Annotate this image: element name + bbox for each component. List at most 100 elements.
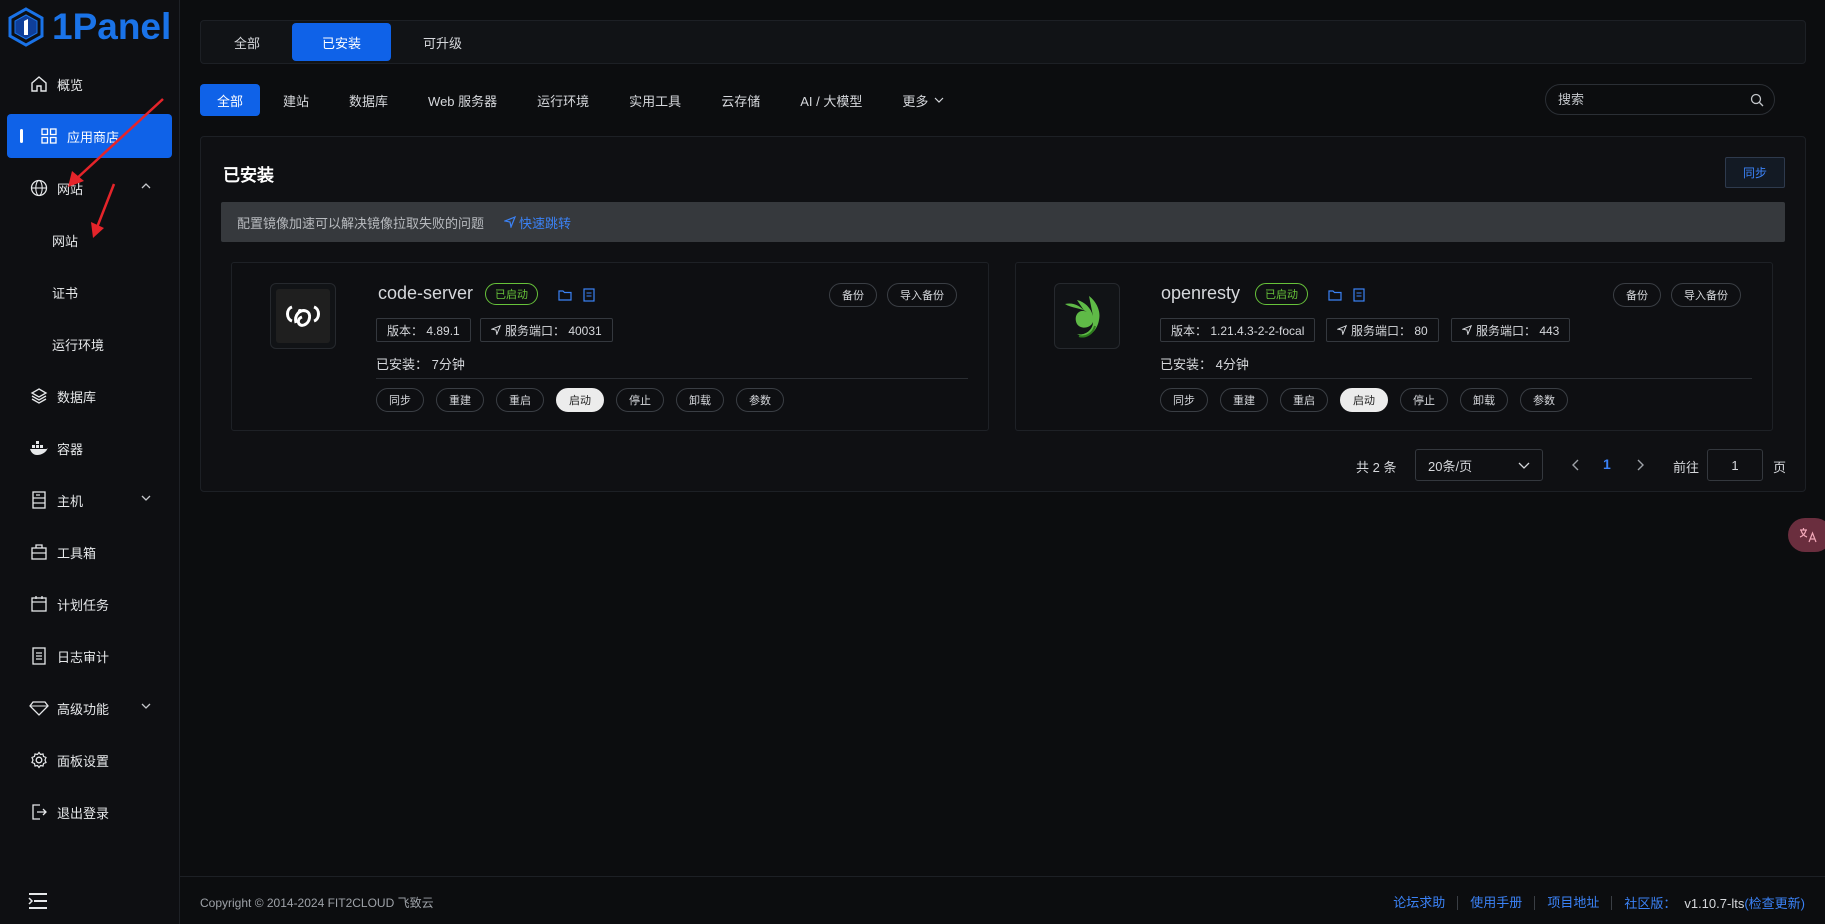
openresty-icon <box>1065 296 1100 338</box>
project-link[interactable]: 项目地址 <box>1535 895 1613 910</box>
document-icon[interactable] <box>1352 288 1366 302</box>
edition-label: 社区版： <box>1624 896 1677 911</box>
sidebar-item-container[interactable]: 容器 <box>7 426 172 470</box>
action-sync-button[interactable]: 同步 <box>1160 388 1208 412</box>
prev-page-icon[interactable] <box>1569 458 1583 472</box>
quick-jump-link[interactable]: 快速跳转 <box>504 213 571 232</box>
toolbox-icon <box>29 542 49 562</box>
folder-icon[interactable] <box>1328 288 1342 302</box>
action-uninstall-button[interactable]: 卸载 <box>676 388 724 412</box>
footer: Copyright © 2014-2024 FIT2CLOUD 飞致云 论坛求助… <box>180 876 1825 924</box>
sidebar-nav: 概览 应用商店 网站 网站 证书 运行环境 数据库 容器 主机 工具箱 计划任务… <box>7 62 172 842</box>
port-tag[interactable]: 服务端口： 80 <box>1326 318 1439 342</box>
collapse-menu-icon[interactable] <box>28 892 48 910</box>
current-page[interactable]: 1 <box>1603 456 1611 472</box>
diamond-icon <box>29 698 49 718</box>
sync-button[interactable]: 同步 <box>1725 157 1785 188</box>
action-start-button[interactable]: 启动 <box>1340 388 1388 412</box>
app-name[interactable]: code-server <box>378 283 473 304</box>
action-uninstall-button[interactable]: 卸载 <box>1460 388 1508 412</box>
app-card-code-server: code-server 已启动 备份 导入备份 版本： 4.89.1 服务端口：… <box>231 262 989 431</box>
category-ai[interactable]: AI / 大模型 <box>783 84 879 116</box>
chevron-down-icon <box>1518 462 1530 469</box>
action-restart-button[interactable]: 重启 <box>496 388 544 412</box>
sidebar-subitem-website[interactable]: 网站 <box>7 218 172 262</box>
category-tools[interactable]: 实用工具 <box>612 84 698 116</box>
sidebar-item-label: 主机 <box>57 493 84 509</box>
translate-button[interactable] <box>1788 518 1825 552</box>
search-icon[interactable] <box>1750 93 1764 107</box>
action-stop-button[interactable]: 停止 <box>1400 388 1448 412</box>
sidebar-subitem-certificate[interactable]: 证书 <box>7 270 172 314</box>
log-icon <box>29 646 49 666</box>
brand-name: 1Panel <box>52 6 172 47</box>
sidebar-item-panel-settings[interactable]: 面板设置 <box>7 738 172 782</box>
category-runtime[interactable]: 运行环境 <box>520 84 606 116</box>
logo[interactable]: 1Panel <box>6 4 171 50</box>
action-params-button[interactable]: 参数 <box>736 388 784 412</box>
manual-link[interactable]: 使用手册 <box>1458 895 1536 910</box>
sidebar: 1Panel 概览 应用商店 网站 网站 证书 运行环境 数据库 容器 主机 工… <box>0 0 180 924</box>
port-label: 服务端口： 40031 <box>505 323 602 338</box>
sidebar-item-label: 数据库 <box>57 389 97 405</box>
sidebar-item-overview[interactable]: 概览 <box>7 62 172 106</box>
forum-link[interactable]: 论坛求助 <box>1381 895 1459 910</box>
chevron-up-icon <box>141 183 151 189</box>
category-all[interactable]: 全部 <box>200 84 261 116</box>
server-icon <box>29 490 49 510</box>
next-page-icon[interactable] <box>1633 458 1647 472</box>
app-name[interactable]: openresty <box>1161 283 1240 304</box>
alert-text: 配置镜像加速可以解决镜像拉取失败的问题 <box>237 215 485 231</box>
sidebar-item-app-store[interactable]: 应用商店 <box>7 114 172 158</box>
sidebar-item-logout[interactable]: 退出登录 <box>7 790 172 834</box>
sidebar-item-database[interactable]: 数据库 <box>7 374 172 418</box>
app-root: 1Panel 概览 应用商店 网站 网站 证书 运行环境 数据库 容器 主机 工… <box>0 0 1825 924</box>
category-database[interactable]: 数据库 <box>332 84 405 116</box>
import-backup-button[interactable]: 导入备份 <box>887 283 957 307</box>
tab-upgradable[interactable]: 可升级 <box>393 23 492 61</box>
sidebar-item-advanced[interactable]: 高级功能 <box>7 686 172 730</box>
action-restart-button[interactable]: 重启 <box>1280 388 1328 412</box>
search-box[interactable] <box>1545 84 1775 115</box>
action-stop-button[interactable]: 停止 <box>616 388 664 412</box>
docker-icon <box>29 438 49 458</box>
check-update-link[interactable]: (检查更新) <box>1744 896 1805 911</box>
grid-icon <box>39 126 59 146</box>
app-logo <box>270 283 336 349</box>
action-params-button[interactable]: 参数 <box>1520 388 1568 412</box>
sidebar-item-label: 高级功能 <box>57 701 110 717</box>
category-more[interactable]: 更多 <box>885 84 961 116</box>
page-size-select[interactable]: 20条/页 <box>1415 449 1543 481</box>
action-start-button[interactable]: 启动 <box>556 388 604 412</box>
globe-icon <box>29 178 49 198</box>
document-icon[interactable] <box>582 288 596 302</box>
category-cloud-storage[interactable]: 云存储 <box>704 84 777 116</box>
sidebar-item-website[interactable]: 网站 <box>7 166 172 210</box>
goto-label: 前往 <box>1673 460 1700 475</box>
tab-all[interactable]: 全部 <box>204 23 290 61</box>
folder-icon[interactable] <box>558 288 572 302</box>
backup-button[interactable]: 备份 <box>829 283 877 307</box>
search-input[interactable] <box>1558 92 1738 107</box>
category-website[interactable]: 建站 <box>266 84 326 116</box>
import-backup-button[interactable]: 导入备份 <box>1671 283 1741 307</box>
tab-installed[interactable]: 已安装 <box>292 23 392 61</box>
sidebar-item-toolbox[interactable]: 工具箱 <box>7 530 172 574</box>
port-tag[interactable]: 服务端口： 443 <box>1451 318 1571 342</box>
category-web-server[interactable]: Web 服务器 <box>411 84 514 116</box>
goto-page-input[interactable] <box>1707 449 1763 481</box>
sidebar-subitem-runtime[interactable]: 运行环境 <box>7 322 172 366</box>
sidebar-item-host[interactable]: 主机 <box>7 478 172 522</box>
action-rebuild-button[interactable]: 重建 <box>436 388 484 412</box>
category-tabs: 全部 建站 数据库 Web 服务器 运行环境 实用工具 云存储 AI / 大模型… <box>200 84 967 116</box>
action-rebuild-button[interactable]: 重建 <box>1220 388 1268 412</box>
sidebar-item-label: 面板设置 <box>57 753 110 769</box>
sidebar-item-cron[interactable]: 计划任务 <box>7 582 172 626</box>
sidebar-item-log-audit[interactable]: 日志审计 <box>7 634 172 678</box>
action-sync-button[interactable]: 同步 <box>376 388 424 412</box>
backup-button[interactable]: 备份 <box>1613 283 1661 307</box>
mirror-alert: 配置镜像加速可以解决镜像拉取失败的问题 快速跳转 <box>221 202 1785 242</box>
port-tag[interactable]: 服务端口： 40031 <box>480 318 613 342</box>
sidebar-item-label: 应用商店 <box>67 129 120 145</box>
sidebar-item-label: 概览 <box>57 77 84 93</box>
